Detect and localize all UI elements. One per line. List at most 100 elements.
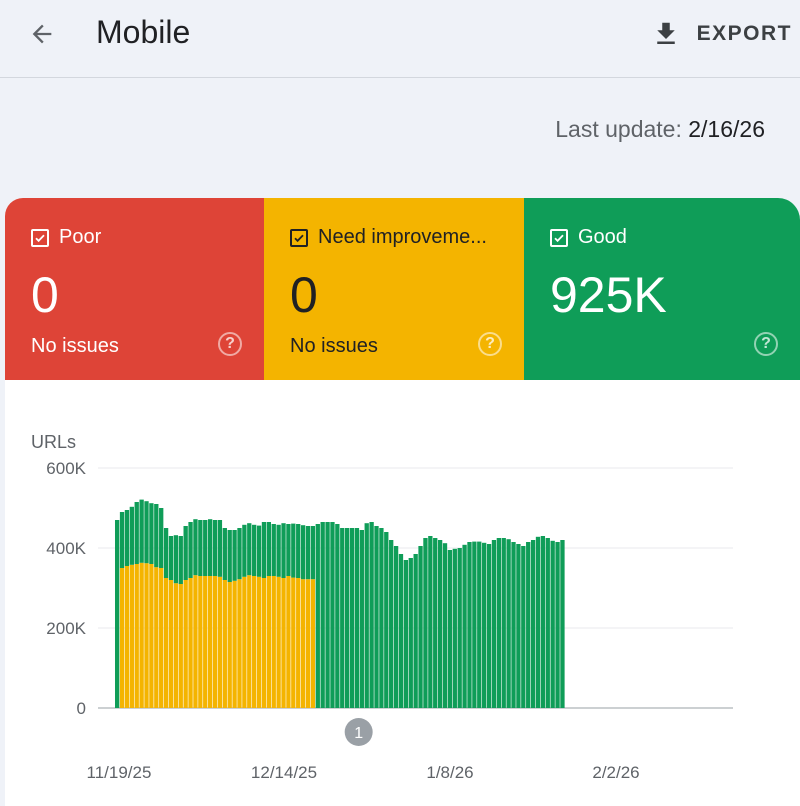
bar-good[interactable] — [521, 546, 526, 708]
bar-good[interactable] — [369, 522, 374, 708]
bar-good[interactable] — [310, 526, 316, 580]
bar-good[interactable] — [139, 499, 144, 563]
bar-need-improvement[interactable] — [129, 564, 134, 708]
bar-good[interactable] — [115, 520, 120, 708]
bar-need-improvement[interactable] — [124, 566, 130, 708]
bar-good[interactable] — [217, 520, 223, 577]
bar-need-improvement[interactable] — [222, 580, 227, 708]
bar-good[interactable] — [296, 524, 301, 578]
bar-good[interactable] — [330, 522, 335, 708]
export-button[interactable]: EXPORT — [651, 14, 792, 54]
bar-good[interactable] — [119, 512, 125, 568]
bar-need-improvement[interactable] — [276, 576, 281, 708]
bar-good[interactable] — [320, 522, 325, 708]
bar-good[interactable] — [237, 528, 242, 580]
bar-good[interactable] — [374, 526, 379, 708]
bar-good[interactable] — [506, 539, 511, 708]
bar-good[interactable] — [447, 550, 453, 708]
bar-good[interactable] — [393, 546, 399, 708]
bar-good[interactable] — [398, 554, 404, 708]
bar-need-improvement[interactable] — [193, 575, 198, 708]
bar-need-improvement[interactable] — [286, 576, 291, 708]
help-icon[interactable]: ? — [218, 332, 242, 356]
bar-good[interactable] — [491, 540, 497, 708]
bar-good[interactable] — [530, 540, 536, 708]
bar-good[interactable] — [207, 519, 213, 576]
bar-good[interactable] — [452, 548, 457, 708]
bar-good[interactable] — [462, 544, 467, 708]
bar-good[interactable] — [281, 523, 286, 578]
bar-need-improvement[interactable] — [266, 576, 272, 708]
bar-good[interactable] — [501, 538, 506, 708]
bar-good[interactable] — [193, 519, 198, 576]
checkbox-checked-icon[interactable] — [550, 228, 568, 247]
bar-good[interactable] — [242, 524, 247, 577]
bar-good[interactable] — [482, 542, 487, 708]
bar-need-improvement[interactable] — [232, 580, 237, 708]
bar-good[interactable] — [129, 506, 134, 565]
bar-good[interactable] — [545, 538, 550, 708]
bar-need-improvement[interactable] — [168, 580, 174, 708]
bar-good[interactable] — [413, 554, 418, 708]
bar-need-improvement[interactable] — [134, 564, 139, 708]
bar-good[interactable] — [222, 528, 227, 580]
bar-good[interactable] — [379, 528, 384, 708]
bar-good[interactable] — [232, 530, 237, 581]
bar-good[interactable] — [154, 504, 159, 568]
bar-good[interactable] — [403, 560, 409, 708]
bar-good[interactable] — [291, 523, 296, 578]
bar-need-improvement[interactable] — [159, 568, 164, 708]
bar-good[interactable] — [389, 540, 394, 708]
bar-good[interactable] — [183, 526, 188, 580]
bar-good[interactable] — [188, 522, 193, 578]
bar-need-improvement[interactable] — [242, 576, 247, 708]
bar-need-improvement[interactable] — [188, 578, 193, 708]
bar-good[interactable] — [486, 544, 492, 708]
bar-good[interactable] — [516, 544, 521, 708]
bar-good[interactable] — [252, 524, 257, 576]
bar-good[interactable] — [300, 525, 306, 580]
bar-need-improvement[interactable] — [198, 576, 203, 708]
checkbox-checked-icon[interactable] — [31, 228, 49, 247]
bar-need-improvement[interactable] — [149, 564, 154, 708]
bar-good[interactable] — [535, 536, 541, 708]
bar-good[interactable] — [340, 528, 345, 708]
bar-need-improvement[interactable] — [247, 575, 252, 708]
bar-need-improvement[interactable] — [163, 578, 169, 708]
bar-good[interactable] — [418, 546, 423, 708]
bar-good[interactable] — [325, 522, 330, 708]
tile-poor[interactable]: Poor 0 No issues ? — [5, 198, 264, 380]
bar-need-improvement[interactable] — [281, 578, 286, 708]
bar-good[interactable] — [266, 522, 272, 576]
bar-good[interactable] — [271, 524, 276, 576]
bar-good[interactable] — [168, 536, 174, 580]
bar-good[interactable] — [467, 542, 472, 708]
bar-good[interactable] — [408, 558, 413, 708]
bar-good[interactable] — [124, 510, 130, 566]
bar-need-improvement[interactable] — [212, 576, 218, 708]
bar-good[interactable] — [526, 542, 531, 708]
bar-need-improvement[interactable] — [256, 576, 262, 708]
bar-need-improvement[interactable] — [227, 582, 232, 708]
bar-need-improvement[interactable] — [271, 576, 276, 708]
bar-need-improvement[interactable] — [300, 579, 306, 708]
bar-good[interactable] — [276, 524, 281, 577]
bar-good[interactable] — [364, 523, 369, 708]
bar-good[interactable] — [335, 524, 340, 708]
bar-need-improvement[interactable] — [203, 576, 208, 708]
bar-good[interactable] — [173, 535, 179, 584]
bar-good[interactable] — [227, 530, 232, 582]
bar-good[interactable] — [134, 502, 139, 564]
bar-need-improvement[interactable] — [305, 579, 311, 708]
bar-good[interactable] — [256, 525, 262, 577]
bar-good[interactable] — [203, 520, 208, 576]
help-icon[interactable]: ? — [478, 332, 502, 356]
bar-good[interactable] — [433, 538, 438, 708]
bar-good[interactable] — [442, 543, 448, 708]
bar-need-improvement[interactable] — [261, 578, 267, 708]
bar-good[interactable] — [384, 532, 389, 708]
tile-good[interactable]: Good 925K ? — [524, 198, 800, 380]
bar-good[interactable] — [286, 524, 291, 576]
bar-good[interactable] — [212, 520, 218, 576]
bar-need-improvement[interactable] — [217, 576, 223, 708]
